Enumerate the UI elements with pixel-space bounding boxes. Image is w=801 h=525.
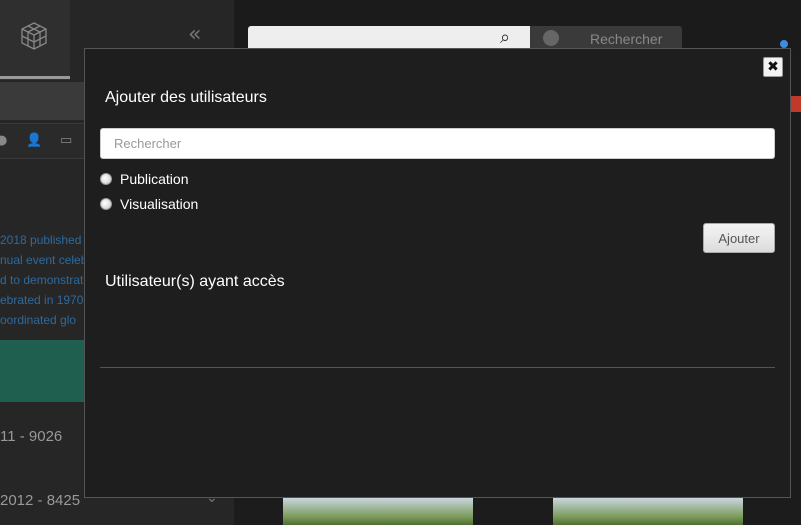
notification-dot	[780, 40, 788, 48]
radio-label: Visualisation	[120, 196, 199, 212]
sidebar-header-bar	[0, 82, 85, 120]
double-chevron-left-icon[interactable]: «	[188, 22, 201, 47]
description-line: 2018 published w	[0, 233, 85, 247]
list-item[interactable]: 2012 - 8425	[0, 492, 80, 509]
search-icon[interactable]: ⌕	[500, 27, 510, 48]
sidebar-description: 2018 published w nual event celeb d to d…	[0, 230, 85, 330]
alert-badge	[790, 96, 801, 112]
radio-option-visualisation[interactable]: Visualisation	[100, 196, 198, 212]
description-line: ebrated in 1970	[0, 293, 84, 307]
sidebar-icon-row: ● 👤 ▭	[0, 123, 85, 159]
add-users-modal: ✖ Ajouter des utilisateurs Publication V…	[84, 48, 791, 498]
selected-item-highlight[interactable]	[0, 340, 85, 402]
circle-icon[interactable]: ●	[0, 133, 7, 148]
inbox-icon[interactable]: ▭	[60, 133, 72, 148]
description-line: oordinated glo	[0, 313, 77, 327]
visualisation-radio[interactable]	[100, 198, 112, 210]
close-icon[interactable]: ✖	[763, 57, 783, 77]
cube-icon	[21, 22, 47, 50]
list-item[interactable]: 11 - 9026	[0, 428, 62, 445]
description-line: d to demonstrat	[0, 273, 84, 287]
modal-title: Ajouter des utilisateurs	[105, 89, 267, 106]
gear-icon[interactable]	[543, 30, 559, 46]
thumbnail-image[interactable]	[283, 498, 473, 525]
divider	[100, 367, 775, 368]
active-tab-indicator	[0, 76, 70, 79]
radio-label: Publication	[120, 171, 189, 187]
description-line: nual event celeb	[0, 253, 85, 267]
add-button[interactable]: Ajouter	[703, 223, 775, 253]
logo-area[interactable]	[0, 0, 70, 80]
search-input[interactable]	[100, 128, 775, 159]
access-section-title: Utilisateur(s) ayant accès	[105, 273, 285, 290]
user-icon[interactable]: 👤	[26, 133, 42, 148]
publication-radio[interactable]	[100, 173, 112, 185]
radio-option-publication[interactable]: Publication	[100, 171, 189, 187]
thumbnail-image[interactable]	[553, 498, 743, 525]
